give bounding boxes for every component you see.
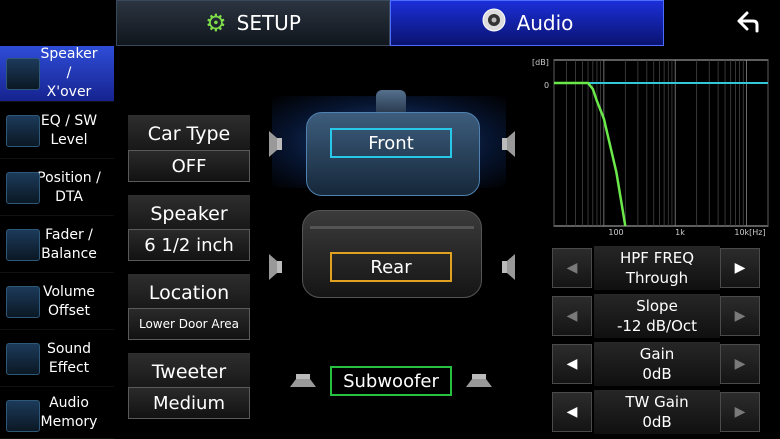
sidebar-label-line1: Fader / <box>45 226 93 243</box>
sidebar-item-volume-offset[interactable]: Volume Offset <box>0 274 114 330</box>
plot-frame <box>553 59 769 227</box>
fader-icon <box>6 229 40 261</box>
car-type-button[interactable]: OFF <box>128 150 250 182</box>
sidebar-label-line2: Offset <box>47 302 91 319</box>
gain-right-arrow[interactable]: ▶ <box>720 344 760 384</box>
tab-audio[interactable]: Audio <box>390 0 664 46</box>
subwoofer-left-speaker-icon[interactable] <box>286 372 320 390</box>
crossover-graph-svg: [dB] 0 100 1k 10k[Hz] <box>532 58 769 237</box>
left-arrow-icon: ◀ <box>566 404 578 420</box>
hpf-freq-left-arrow[interactable]: ◀ <box>552 248 592 288</box>
slope-value: -12 dB/Oct <box>616 317 698 335</box>
right-arrow-icon: ▶ <box>734 308 746 324</box>
speaker-xover-icon <box>6 58 40 90</box>
sidebar-label-line1: Volume <box>42 283 96 300</box>
slope-left-arrow[interactable]: ◀ <box>552 296 592 336</box>
sidebar-item-eq-sw-level[interactable]: EQ / SW Level <box>0 103 114 159</box>
rear-right-speaker-icon[interactable] <box>500 250 518 284</box>
x-tick-label-1k: 1k <box>675 228 685 237</box>
sidebar-label-line1: Position / <box>37 169 101 186</box>
gear-icon: ⚙ <box>205 9 227 37</box>
tw-gain-value: 0dB <box>642 413 672 431</box>
tw-gain-label: TW Gain <box>625 393 689 411</box>
sidebar-label-line2: Level <box>50 131 88 148</box>
tweeter-button[interactable]: Medium <box>128 387 250 419</box>
sidebar-item-sound-effect[interactable]: Sound Effect <box>0 331 114 387</box>
front-left-speaker-icon[interactable] <box>266 127 284 161</box>
rear-left-speaker-icon[interactable] <box>266 250 284 284</box>
front-zone-button[interactable]: Front <box>330 128 452 158</box>
right-arrow-icon: ▶ <box>734 356 746 372</box>
hpf-freq-right-arrow[interactable]: ▶ <box>720 248 760 288</box>
speaker-size-button[interactable]: 6 1/2 inch <box>128 229 250 261</box>
right-arrow-icon: ▶ <box>734 404 746 420</box>
car-type-label: Car Type <box>128 115 250 153</box>
sidebar-label-line1: EQ / SW <box>40 112 98 129</box>
position-icon <box>6 172 40 204</box>
speaker-icon <box>481 7 507 39</box>
tab-setup-label: SETUP <box>236 11 301 35</box>
speaker-label: Speaker <box>128 195 250 233</box>
location-button[interactable]: Lower Door Area <box>128 308 250 340</box>
sound-effect-icon <box>6 343 40 375</box>
back-button[interactable] <box>728 6 768 40</box>
x-tick-label-100: 100 <box>608 228 623 237</box>
sidebar-label-line2: Balance <box>41 245 97 262</box>
tw-gain-right-arrow[interactable]: ▶ <box>720 392 760 432</box>
y-tick-label: 0 <box>544 81 549 90</box>
sidebar-item-speaker-xover[interactable]: Speaker / X'over <box>0 46 114 102</box>
sidebar-label-line1: Audio <box>49 395 89 411</box>
tweeter-label: Tweeter <box>128 353 250 391</box>
subwoofer-right-speaker-icon[interactable] <box>462 372 496 390</box>
front-right-speaker-icon[interactable] <box>500 127 518 161</box>
sidebar-item-fader-balance[interactable]: Fader / Balance <box>0 217 114 273</box>
subwoofer-zone-button[interactable]: Subwoofer <box>330 366 452 396</box>
slope-right-arrow[interactable]: ▶ <box>720 296 760 336</box>
back-arrow-icon <box>735 7 761 40</box>
left-arrow-icon: ◀ <box>566 308 578 324</box>
sidebar-label-line1: Sound <box>46 340 92 357</box>
sidebar-label-line2: X'over <box>46 84 92 100</box>
hpf-freq-value: Through <box>625 269 689 287</box>
left-arrow-icon: ◀ <box>566 260 578 276</box>
sidebar-item-position-dta[interactable]: Position / DTA <box>0 160 114 216</box>
gain-label: Gain <box>639 345 675 363</box>
eq-icon <box>6 115 40 147</box>
volume-offset-icon <box>6 286 40 318</box>
rear-zone-button[interactable]: Rear <box>330 252 452 282</box>
rear-seat-ridge <box>310 226 474 229</box>
location-label: Location <box>128 274 250 312</box>
crossover-graph: [dB] 0 100 1k 10k[Hz] <box>530 54 770 240</box>
gain-display: Gain 0dB <box>594 342 720 386</box>
sidebar-label-line2: Memory <box>40 414 98 430</box>
hpf-freq-label: HPF FREQ <box>619 249 695 267</box>
y-axis-label: [dB] <box>532 58 549 67</box>
slope-display: Slope -12 dB/Oct <box>594 294 720 338</box>
sidebar-label-line2: Effect <box>48 359 90 376</box>
tw-gain-left-arrow[interactable]: ◀ <box>552 392 592 432</box>
slope-label: Slope <box>636 297 678 315</box>
tab-setup[interactable]: ⚙ SETUP <box>116 0 390 46</box>
left-arrow-icon: ◀ <box>566 356 578 372</box>
sidebar-item-audio-memory[interactable]: Audio Memory <box>0 388 114 439</box>
gain-value: 0dB <box>642 365 672 383</box>
audio-memory-icon <box>6 400 40 432</box>
sidebar-label-line2: DTA <box>55 188 83 205</box>
tw-gain-display: TW Gain 0dB <box>594 390 720 434</box>
right-arrow-icon: ▶ <box>734 260 746 276</box>
sidebar-label-line1: Speaker / <box>40 46 98 81</box>
x-tick-label-10k: 10k[Hz] <box>734 228 765 237</box>
hpf-freq-display: HPF FREQ Through <box>594 246 720 290</box>
tab-audio-label: Audio <box>516 11 574 35</box>
gain-left-arrow[interactable]: ◀ <box>552 344 592 384</box>
